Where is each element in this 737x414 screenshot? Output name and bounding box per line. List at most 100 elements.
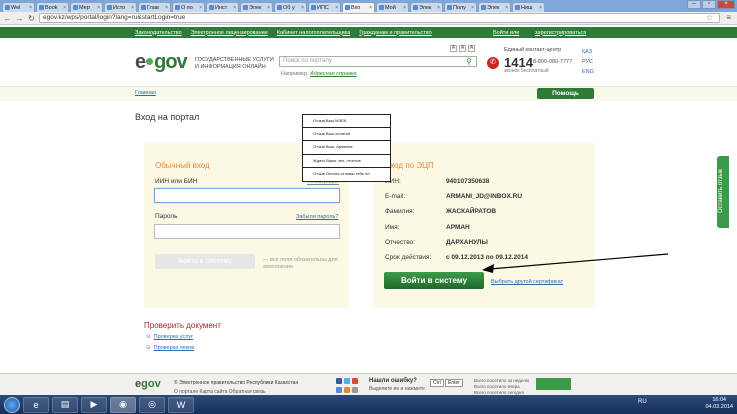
forward-icon[interactable]: → — [15, 14, 24, 23]
input-language[interactable]: RU — [638, 399, 647, 405]
browser-tab[interactable]: Мер × — [70, 2, 103, 12]
close-tab-icon[interactable]: × — [369, 5, 372, 11]
favicon-icon — [141, 5, 146, 10]
nav-link-legislation[interactable]: Законодательство — [135, 30, 182, 36]
popup-row[interactable]: Отзыв Ваш, Армение — [303, 141, 390, 155]
maximize-icon[interactable]: ▫ — [702, 0, 716, 9]
browser-tab[interactable]: Book × — [36, 2, 69, 12]
help-button[interactable]: Помощь — [537, 88, 594, 99]
close-tab-icon[interactable]: × — [267, 5, 270, 11]
nav-link-licensing[interactable]: Электронное лицензирование — [191, 30, 268, 36]
font-size-small[interactable]: A — [450, 45, 457, 52]
nav-link-citizens[interactable]: Гражданам и правительство — [359, 30, 431, 36]
egov-logo[interactable]: e gov — [135, 51, 188, 74]
address-bar[interactable]: egov.kz/wps/portal/login?lang=ru&startLo… — [39, 13, 720, 23]
browser-tab[interactable]: Элек × — [240, 2, 273, 12]
browser-tab[interactable]: Исто × — [104, 2, 137, 12]
word-icon[interactable]: W — [168, 396, 194, 413]
login-link[interactable]: Войти или — [493, 30, 519, 36]
minimize-icon[interactable]: – — [687, 0, 701, 9]
popup-row[interactable]: Ждать Ваше чел, отчетов — [303, 155, 390, 168]
close-tab-icon[interactable]: × — [131, 5, 134, 11]
iin-input[interactable] — [154, 188, 340, 203]
cert-field-value: ДАРХАНУЛЫ — [446, 239, 488, 246]
check-services-link[interactable]: Проверка услуг — [146, 334, 194, 340]
browser-tab[interactable]: Об у × — [274, 2, 307, 12]
font-size-large[interactable]: A — [468, 45, 475, 52]
close-tab-icon[interactable]: × — [301, 5, 304, 11]
close-tab-icon[interactable]: × — [199, 5, 202, 11]
twitter-icon[interactable] — [344, 378, 350, 384]
chrome-icon[interactable]: ◉ — [110, 396, 136, 413]
cert-field-value: 940107350638 — [446, 178, 490, 185]
close-tab-icon[interactable]: × — [505, 5, 508, 11]
close-tab-icon[interactable]: × — [165, 5, 168, 11]
ecp-login-title: Вход по ЭЦП — [385, 161, 434, 170]
browser-tab-active[interactable]: Вхо × — [342, 2, 375, 12]
browser-tab[interactable]: Инст × — [206, 2, 239, 12]
nav-link-taxpayer[interactable]: Кабинет налогоплательщика — [277, 30, 351, 36]
close-window-icon[interactable]: × — [717, 0, 735, 9]
browser-tab[interactable]: О по × — [172, 2, 205, 12]
back-icon[interactable]: ← — [3, 14, 12, 23]
browser-tab[interactable]: ИПС × — [308, 2, 341, 12]
close-tab-icon[interactable]: × — [437, 5, 440, 11]
logo-dot-icon — [146, 58, 154, 65]
close-tab-icon[interactable]: × — [539, 5, 542, 11]
popup-row[interactable]: Отзыв Оплата отзывы тебе пл — [303, 168, 390, 181]
browser-tab[interactable]: Полу × — [444, 2, 477, 12]
close-tab-icon[interactable]: × — [29, 5, 32, 11]
search-icon[interactable]: ⚲ — [466, 57, 475, 66]
browser-tab[interactable]: Wel × — [2, 2, 35, 12]
close-tab-icon[interactable]: × — [403, 5, 406, 11]
facebook-icon[interactable] — [336, 378, 342, 384]
lang-eng[interactable]: ENG — [582, 69, 594, 75]
system-clock[interactable]: 16:04 04.03.2014 — [705, 397, 733, 411]
browser-tab[interactable]: Элек × — [410, 2, 443, 12]
close-tab-icon[interactable]: × — [471, 5, 474, 11]
popup-row[interactable]: Отзыв Ваш оплатой — [303, 128, 390, 142]
cert-field-value: АРМАН — [446, 224, 470, 231]
footer-copyright: © Электронное правительство Республики К… — [174, 380, 299, 386]
browser-tab[interactable]: Глав × — [138, 2, 171, 12]
rss-icon[interactable] — [352, 387, 358, 393]
social-icon[interactable] — [352, 378, 358, 384]
site-search-input[interactable]: Поиск по порталу — [279, 56, 477, 67]
cert-field-label: E-mail: — [385, 193, 406, 200]
bookmark-star-icon[interactable]: ☆ — [706, 13, 713, 22]
contact-free-note: звонок бесплатный — [504, 68, 549, 74]
browser-tab[interactable]: Мой × — [376, 2, 409, 12]
lang-rus[interactable]: РУС — [582, 59, 593, 65]
page-title: Вход на портал — [135, 112, 200, 122]
choose-other-cert-link[interactable]: Выбрать другой сертификат — [491, 279, 563, 285]
regular-login-button[interactable]: Войти в систему — [155, 254, 255, 269]
footer-logo[interactable]: egov — [135, 378, 161, 390]
vk-icon[interactable] — [336, 387, 342, 393]
close-tab-icon[interactable]: × — [335, 5, 338, 11]
folder-icon[interactable]: ▤ — [52, 396, 78, 413]
forgot-password-link[interactable]: Забыли пароль? — [296, 214, 338, 220]
search-example-link[interactable]: Адресная справка — [310, 71, 357, 77]
ecp-login-button[interactable]: Войти в систему — [384, 272, 484, 289]
password-input[interactable] — [154, 224, 340, 239]
breadcrumb-home[interactable]: Главная — [135, 90, 156, 96]
app-icon[interactable]: ◎ — [139, 396, 165, 413]
lang-kaz[interactable]: ҚАЗ — [582, 49, 592, 55]
close-tab-icon[interactable]: × — [97, 5, 100, 11]
feedback-side-tab[interactable]: Оставить отзыв — [717, 156, 729, 228]
browser-tab[interactable]: Ниш × — [512, 2, 545, 12]
ie-icon[interactable]: e — [23, 396, 49, 413]
odnoklassniki-icon[interactable] — [344, 387, 350, 393]
start-button-icon[interactable] — [4, 396, 20, 413]
close-tab-icon[interactable]: × — [233, 5, 236, 11]
reload-icon[interactable]: ↻ — [27, 14, 36, 23]
media-icon[interactable]: ▶ — [81, 396, 107, 413]
register-link[interactable]: зарегистрироваться — [535, 30, 586, 36]
favicon-icon — [243, 5, 248, 10]
close-tab-icon[interactable]: × — [63, 5, 66, 11]
font-size-medium[interactable]: A — [459, 45, 466, 52]
popup-row[interactable]: Отзыв Ваш МЭЕК — [303, 115, 390, 129]
check-receipts-link[interactable]: Проверка чеков — [146, 345, 195, 351]
browser-tab[interactable]: Элек × — [478, 2, 511, 12]
browser-menu-icon[interactable]: ≡ — [726, 13, 731, 22]
